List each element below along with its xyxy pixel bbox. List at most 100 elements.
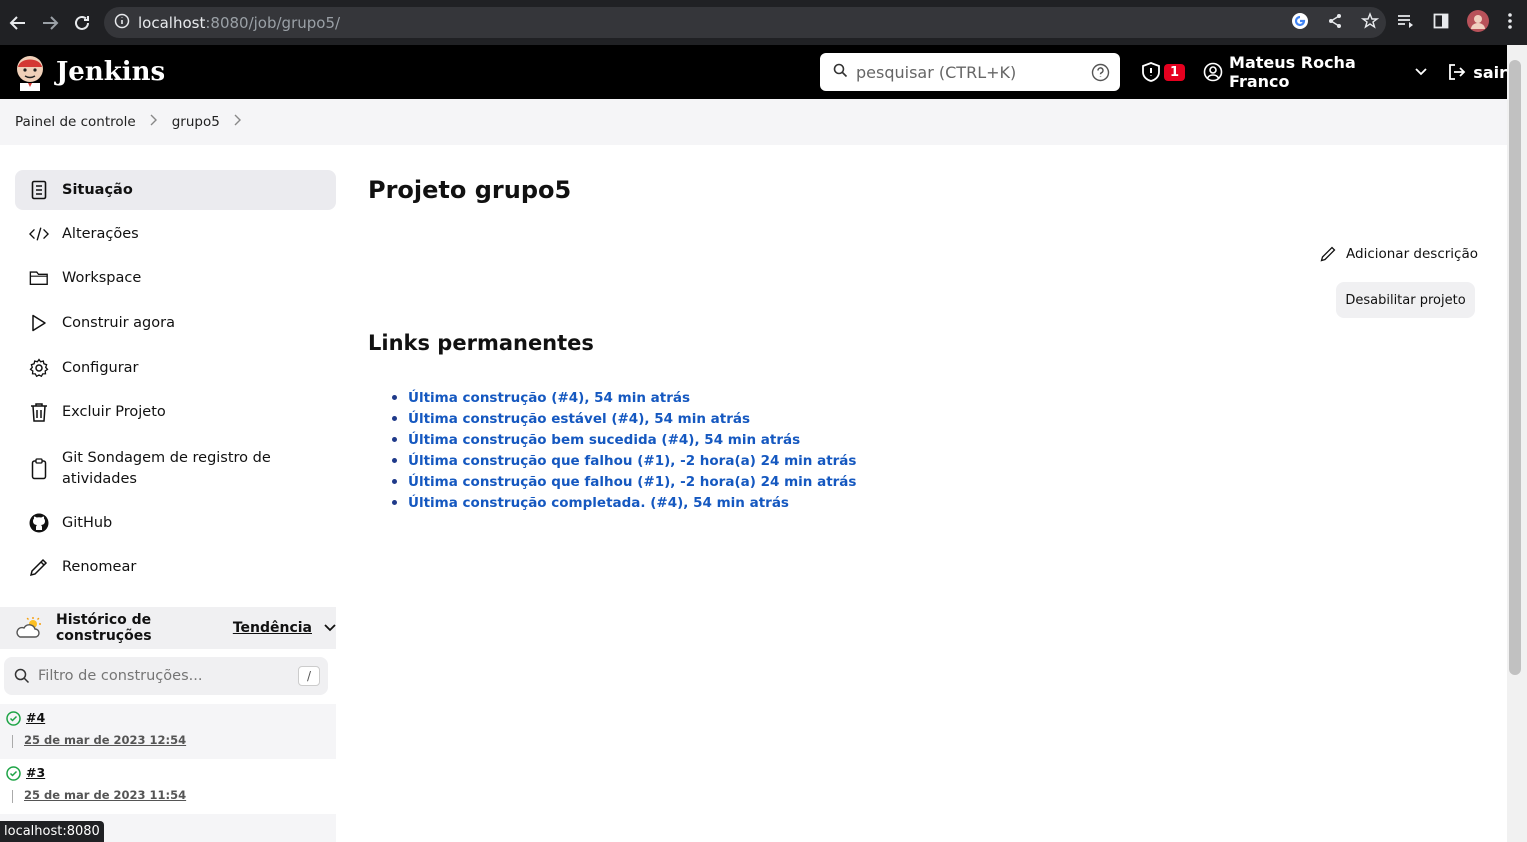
permalinks-list: Última construção (#4), 54 min atrás Últ…	[392, 387, 856, 513]
build-history-header: Histórico de construções Tendência	[0, 607, 336, 649]
disable-project-button[interactable]: Desabilitar projeto	[1336, 282, 1475, 318]
clipboard-icon	[29, 458, 49, 480]
url-host: localhost	[138, 13, 206, 32]
address-bar[interactable]: localhost:8080/job/grupo5/	[104, 7, 1386, 38]
list-item: Última construção estável (#4), 54 min a…	[392, 408, 856, 429]
sidebar-item-workspace[interactable]: Workspace	[15, 258, 336, 298]
permalink-last-unsuccessful-build[interactable]: Última construção que falhou (#1), -2 ho…	[408, 474, 856, 490]
sidebar-item-changes[interactable]: Alterações	[15, 214, 336, 254]
add-description-link[interactable]: Adicionar descrição	[1320, 245, 1478, 262]
play-icon	[29, 313, 49, 333]
sidebar-item-git-polling-log[interactable]: Git Sondagem de registro de atividades	[15, 447, 336, 491]
build-row[interactable]: #3 25 de mar de 2023 11:54	[0, 759, 336, 814]
trend-link[interactable]: Tendência	[233, 620, 312, 636]
breadcrumb-item-dashboard[interactable]: Painel de controle	[15, 114, 136, 130]
build-date-link[interactable]: 25 de mar de 2023 11:54	[24, 788, 186, 802]
sidebar-item-status[interactable]: Situação	[15, 170, 336, 210]
sidebar-item-github[interactable]: GitHub	[15, 503, 336, 543]
gear-icon	[29, 358, 49, 378]
browser-menu-icon[interactable]	[1507, 13, 1513, 33]
bullet	[392, 500, 397, 505]
permalinks-title: Links permanentes	[368, 331, 594, 355]
sidebar-item-label: GitHub	[62, 514, 113, 531]
sidebar-item-build-now[interactable]: Construir agora	[15, 303, 336, 343]
url-path: :8080/job/grupo5/	[205, 13, 341, 32]
scrollbar-thumb[interactable]	[1509, 60, 1521, 675]
list-item: Última construção completada. (#4), 54 m…	[392, 492, 856, 513]
share-icon[interactable]	[1327, 13, 1343, 33]
sidebar-item-label: Workspace	[62, 269, 142, 286]
sidebar-item-label: Excluir Projeto	[62, 403, 166, 420]
browser-toolbar: localhost:8080/job/grupo5/	[0, 0, 1527, 45]
weather-cloudy-icon	[16, 616, 42, 640]
github-icon	[29, 513, 49, 533]
document-icon	[29, 180, 49, 200]
chevron-right-icon	[150, 114, 158, 130]
permalink-last-completed-build[interactable]: Última construção completada. (#4), 54 m…	[408, 495, 789, 511]
status-bar-url: localhost:8080	[0, 821, 104, 842]
bullet	[392, 437, 397, 442]
build-filter-box[interactable]: /	[4, 657, 328, 695]
bullet	[392, 416, 397, 421]
reload-icon[interactable]	[66, 7, 98, 39]
jenkins-home-link[interactable]: Jenkins	[14, 53, 165, 91]
chevron-down-icon[interactable]	[324, 624, 336, 632]
security-shield-icon[interactable]	[1140, 61, 1162, 83]
search-input[interactable]	[856, 62, 1076, 82]
page-title: Projeto grupo5	[368, 176, 572, 204]
logout-icon[interactable]	[1447, 62, 1467, 82]
code-icon	[29, 224, 49, 244]
user-name-link[interactable]: Mateus Rocha Franco	[1229, 53, 1405, 91]
sidebar-item-label: Renomear	[62, 558, 137, 575]
sidebar-item-rename[interactable]: Renomear	[15, 547, 336, 587]
timeline-divider	[12, 735, 13, 748]
list-item: Última construção bem sucedida (#4), 54 …	[392, 429, 856, 450]
permalink-last-failed-build[interactable]: Última construção que falhou (#1), -2 ho…	[408, 453, 856, 469]
sidebar-item-delete-project[interactable]: Excluir Projeto	[15, 392, 336, 432]
timeline-divider	[12, 790, 13, 803]
side-panel-icon[interactable]	[1433, 13, 1449, 33]
media-queue-icon[interactable]	[1397, 13, 1415, 33]
breadcrumb-item-job[interactable]: grupo5	[172, 114, 220, 130]
jenkins-header: Jenkins 1 Mateus Rocha Franco sair	[0, 45, 1507, 99]
sidebar-item-label: Git Sondagem de registro de atividades	[62, 450, 271, 487]
bullet	[392, 395, 397, 400]
build-number-link[interactable]: #3	[26, 765, 45, 780]
list-item: Última construção (#4), 54 min atrás	[392, 387, 856, 408]
build-row[interactable]: #4 25 de mar de 2023 12:54	[0, 704, 336, 759]
browser-extension-icons	[1291, 10, 1513, 36]
permalink-last-successful-build[interactable]: Última construção bem sucedida (#4), 54 …	[408, 432, 800, 448]
folder-icon	[29, 268, 49, 288]
build-date-link[interactable]: 25 de mar de 2023 12:54	[24, 733, 186, 747]
google-icon[interactable]	[1291, 12, 1309, 34]
search-icon	[833, 63, 848, 82]
build-number-link[interactable]: #4	[26, 710, 45, 725]
sidebar-item-label: Configurar	[62, 359, 139, 376]
info-icon[interactable]	[114, 13, 130, 33]
security-badge[interactable]: 1	[1164, 63, 1186, 81]
profile-avatar[interactable]	[1467, 10, 1489, 36]
pencil-icon	[1320, 245, 1337, 262]
sidebar-item-configure[interactable]: Configurar	[15, 348, 336, 388]
help-icon[interactable]	[1091, 63, 1110, 86]
breadcrumb: Painel de controle grupo5	[0, 99, 1507, 145]
permalink-last-stable-build[interactable]: Última construção estável (#4), 54 min a…	[408, 411, 750, 427]
pencil-icon	[29, 557, 49, 577]
bookmark-star-icon[interactable]	[1360, 12, 1380, 34]
logout-link[interactable]: sair	[1473, 63, 1507, 82]
back-icon[interactable]	[2, 7, 34, 39]
list-item: Última construção que falhou (#1), -2 ho…	[392, 471, 856, 492]
filter-shortcut-hint: /	[298, 666, 320, 686]
header-actions: 1 Mateus Rocha Franco sair	[1140, 45, 1507, 99]
success-check-icon	[6, 766, 21, 785]
chevron-right-icon[interactable]	[234, 114, 242, 130]
jenkins-logo-text: Jenkins	[56, 57, 166, 87]
bullet	[392, 458, 397, 463]
chevron-down-icon[interactable]	[1415, 68, 1427, 76]
sidebar-item-label: Alterações	[62, 225, 139, 242]
trash-icon	[29, 402, 49, 422]
permalink-last-build[interactable]: Última construção (#4), 54 min atrás	[408, 390, 690, 406]
build-filter-input[interactable]	[38, 668, 288, 684]
forward-icon[interactable]	[34, 7, 66, 39]
search-box[interactable]	[820, 53, 1120, 91]
